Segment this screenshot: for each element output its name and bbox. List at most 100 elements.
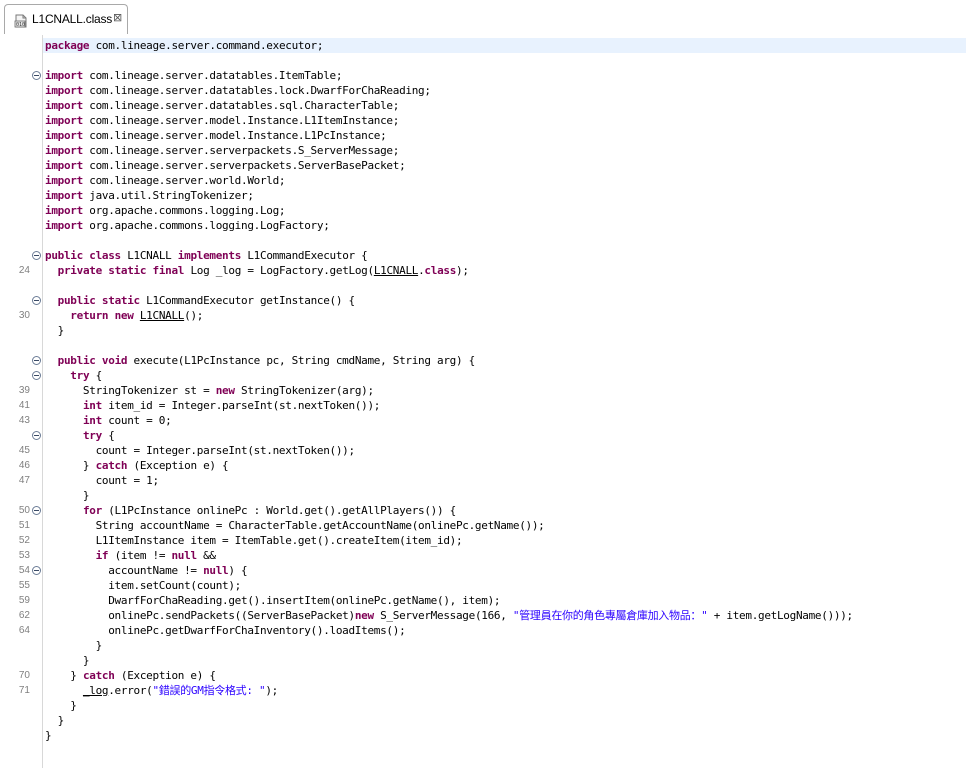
code-line[interactable]: } bbox=[0, 638, 966, 653]
code-token: } bbox=[45, 729, 52, 742]
code-line[interactable]: } bbox=[0, 728, 966, 743]
code-token: (L1PcInstance onlinePc : World.get().get… bbox=[101, 504, 456, 517]
code-line[interactable]: 39 StringTokenizer st = new StringTokeni… bbox=[0, 383, 966, 398]
code-token: } bbox=[45, 489, 90, 502]
string-token: "管理員在你的角色專屬倉庫加入物品：" bbox=[512, 609, 708, 622]
code-line[interactable]: import com.lineage.server.datatables.loc… bbox=[0, 83, 966, 98]
code-text: import java.util.StringTokenizer; bbox=[45, 188, 254, 203]
fold-toggle-icon[interactable] bbox=[32, 356, 41, 365]
fold-toggle-icon[interactable] bbox=[32, 251, 41, 260]
code-line[interactable]: public static L1CommandExecutor getInsta… bbox=[0, 293, 966, 308]
code-line[interactable]: import com.lineage.server.model.Instance… bbox=[0, 128, 966, 143]
code-token: + item.getLogName())); bbox=[707, 609, 853, 622]
keyword-token: import bbox=[45, 204, 83, 217]
code-line[interactable]: 41 int item_id = Integer.parseInt(st.nex… bbox=[0, 398, 966, 413]
code-line[interactable] bbox=[0, 53, 966, 68]
code-line[interactable]: 46 } catch (Exception e) { bbox=[0, 458, 966, 473]
code-line[interactable]: 53 if (item != null && bbox=[0, 548, 966, 563]
code-line[interactable]: import java.util.StringTokenizer; bbox=[0, 188, 966, 203]
code-line[interactable]: package com.lineage.server.command.execu… bbox=[0, 38, 966, 53]
code-token: org.apache.commons.logging.LogFactory; bbox=[82, 219, 330, 232]
code-line[interactable] bbox=[0, 233, 966, 248]
code-token: ); bbox=[265, 684, 278, 697]
code-line[interactable] bbox=[0, 278, 966, 293]
code-line[interactable] bbox=[0, 338, 966, 353]
keyword-token: null bbox=[203, 564, 229, 577]
code-line[interactable]: import com.lineage.server.datatables.Ite… bbox=[0, 68, 966, 83]
line-number: 70 bbox=[18, 670, 30, 681]
line-number: 62 bbox=[18, 610, 30, 621]
keyword-token: void bbox=[101, 354, 128, 367]
fold-toggle-icon[interactable] bbox=[32, 506, 41, 515]
keyword-token: private bbox=[57, 264, 103, 277]
code-line[interactable]: 50 for (L1PcInstance onlinePc : World.ge… bbox=[0, 503, 966, 518]
code-line[interactable]: 59 DwarfForChaReading.get().insertItem(o… bbox=[0, 593, 966, 608]
code-line[interactable]: 43 int count = 0; bbox=[0, 413, 966, 428]
code-line[interactable]: public void execute(L1PcInstance pc, Str… bbox=[0, 353, 966, 368]
code-line[interactable]: import com.lineage.server.model.Instance… bbox=[0, 113, 966, 128]
code-line[interactable]: } bbox=[0, 698, 966, 713]
code-token: item_id = Integer.parseInt(st.nextToken(… bbox=[101, 399, 381, 412]
editor-tab-l1cnall[interactable]: 010 L1CNALL.class ⊠ bbox=[4, 4, 128, 34]
code-editor[interactable]: package com.lineage.server.command.execu… bbox=[0, 35, 966, 768]
code-line[interactable]: public class L1CNALL implements L1Comman… bbox=[0, 248, 966, 263]
keyword-token: import bbox=[45, 99, 83, 112]
keyword-token: final bbox=[152, 264, 185, 277]
code-line[interactable]: try { bbox=[0, 428, 966, 443]
code-line[interactable]: import com.lineage.server.world.World; bbox=[0, 173, 966, 188]
keyword-token: implements bbox=[177, 249, 242, 262]
code-line[interactable]: 62 onlinePc.sendPackets((ServerBasePacke… bbox=[0, 608, 966, 623]
keyword-token: import bbox=[45, 219, 83, 232]
code-line[interactable]: import com.lineage.server.datatables.sql… bbox=[0, 98, 966, 113]
code-text: import com.lineage.server.world.World; bbox=[45, 173, 286, 188]
code-line[interactable]: 54 accountName != null) { bbox=[0, 563, 966, 578]
code-line[interactable]: import org.apache.commons.logging.LogFac… bbox=[0, 218, 966, 233]
code-token: onlinePc.getDwarfForChaInventory().loadI… bbox=[45, 624, 406, 637]
code-line[interactable]: } bbox=[0, 713, 966, 728]
code-token: } bbox=[45, 324, 65, 337]
code-token: com.lineage.server.model.Instance.L1PcIn… bbox=[82, 129, 387, 142]
fold-toggle-icon[interactable] bbox=[32, 566, 41, 575]
code-line[interactable]: 24 private static final Log _log = LogFa… bbox=[0, 263, 966, 278]
code-line[interactable]: 71 _log.error("錯誤的GM指令格式: "); bbox=[0, 683, 966, 698]
code-token: com.lineage.server.world.World; bbox=[82, 174, 286, 187]
fold-toggle-icon[interactable] bbox=[32, 431, 41, 440]
line-number: 30 bbox=[18, 310, 30, 321]
keyword-token: import bbox=[45, 174, 83, 187]
code-line[interactable]: import org.apache.commons.logging.Log; bbox=[0, 203, 966, 218]
code-token: com.lineage.server.datatables.ItemTable; bbox=[82, 69, 343, 82]
code-line[interactable]: import com.lineage.server.serverpackets.… bbox=[0, 158, 966, 173]
code-token: item.setCount(count); bbox=[45, 579, 241, 592]
code-line[interactable]: 51 String accountName = CharacterTable.g… bbox=[0, 518, 966, 533]
tab-close-icon[interactable]: ⊠ bbox=[113, 11, 122, 25]
code-text: try { bbox=[45, 428, 115, 443]
code-text: int item_id = Integer.parseInt(st.nextTo… bbox=[45, 398, 380, 413]
code-line[interactable]: 64 onlinePc.getDwarfForChaInventory().lo… bbox=[0, 623, 966, 638]
fold-toggle-icon[interactable] bbox=[32, 296, 41, 305]
code-text: for (L1PcInstance onlinePc : World.get()… bbox=[45, 503, 456, 518]
code-line[interactable]: import com.lineage.server.serverpackets.… bbox=[0, 143, 966, 158]
code-line[interactable]: 47 count = 1; bbox=[0, 473, 966, 488]
code-token: org.apache.commons.logging.Log; bbox=[82, 204, 286, 217]
class-file-icon: 010 bbox=[14, 14, 27, 28]
code-text: int count = 0; bbox=[45, 413, 172, 428]
code-line[interactable]: try { bbox=[0, 368, 966, 383]
code-line[interactable]: } bbox=[0, 488, 966, 503]
code-line[interactable]: 30 return new L1CNALL(); bbox=[0, 308, 966, 323]
code-line[interactable]: 45 count = Integer.parseInt(st.nextToken… bbox=[0, 443, 966, 458]
code-line[interactable]: } bbox=[0, 323, 966, 338]
code-text: onlinePc.getDwarfForChaInventory().loadI… bbox=[45, 623, 405, 638]
fold-toggle-icon[interactable] bbox=[32, 371, 41, 380]
code-line[interactable]: 55 item.setCount(count); bbox=[0, 578, 966, 593]
code-token: ); bbox=[456, 264, 469, 277]
code-line[interactable]: } bbox=[0, 653, 966, 668]
keyword-token: int bbox=[82, 399, 102, 412]
fold-toggle-icon[interactable] bbox=[32, 71, 41, 80]
code-line[interactable]: 70 } catch (Exception e) { bbox=[0, 668, 966, 683]
editor-tab-bar: 010 L1CNALL.class ⊠ bbox=[0, 0, 966, 36]
code-line[interactable]: 52 L1ItemInstance item = ItemTable.get()… bbox=[0, 533, 966, 548]
